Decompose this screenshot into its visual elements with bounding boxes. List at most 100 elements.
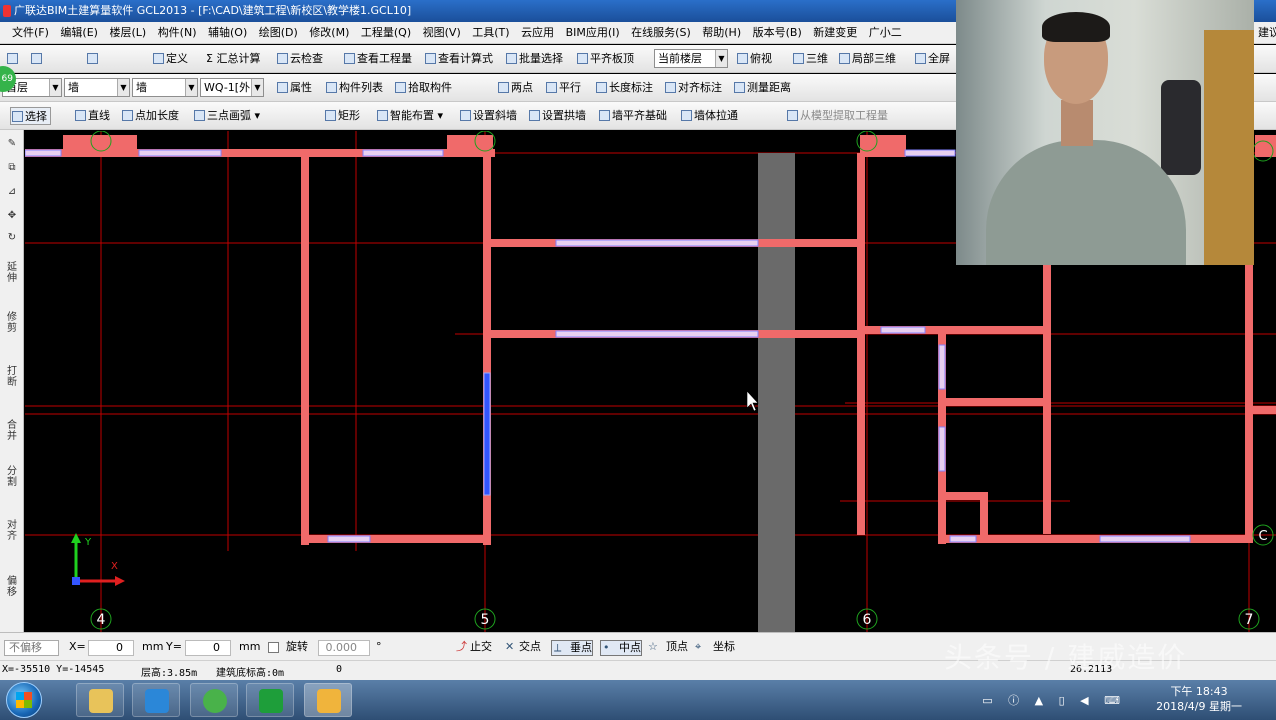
snap-coord-button[interactable]: ⌖ 坐标 <box>695 640 735 654</box>
length-mark-button[interactable]: 长度标注 <box>595 79 653 97</box>
top-view-button[interactable]: 俯视 <box>736 50 772 68</box>
rotate-label: 旋转 <box>286 640 308 653</box>
column[interactable] <box>758 153 795 632</box>
menu-quantity[interactable]: 工程量(Q) <box>357 22 415 43</box>
parallel-button[interactable]: 平行 <box>545 79 581 97</box>
media-taskbar-icon[interactable] <box>132 683 180 717</box>
open-file-icon[interactable] <box>30 50 44 68</box>
new-file-icon[interactable] <box>6 50 20 68</box>
glodon-taskbar-icon[interactable] <box>246 683 294 717</box>
rotate-input[interactable]: 0.000 <box>318 640 370 656</box>
undo-icon[interactable] <box>86 50 100 68</box>
system-tray-icons[interactable]: ▭ ⓘ ▲ ▯ ◀ ⌨ <box>982 692 1126 708</box>
offset-mode-dropdown[interactable]: 不偏移 <box>4 640 59 656</box>
align-mark-button[interactable]: 对齐标注 <box>664 79 722 97</box>
two-points-button[interactable]: 两点 <box>497 79 533 97</box>
mouse-cursor-icon <box>746 390 759 412</box>
copy-icon[interactable]: ⧉ <box>3 162 21 173</box>
fullscreen-button[interactable]: 全屏 <box>914 50 950 68</box>
view-quantity-button[interactable]: 查看工程量 <box>343 50 412 68</box>
rotate-checkbox[interactable] <box>268 642 279 653</box>
sum-calc-button[interactable]: Σ 汇总计算 <box>206 50 260 68</box>
menu-floor[interactable]: 楼层(L) <box>105 22 150 43</box>
person-neck <box>1061 100 1093 146</box>
explorer-taskbar-icon[interactable] <box>76 683 124 717</box>
batch-select-button[interactable]: 批量选择 <box>505 50 563 68</box>
trim-tool[interactable]: 修剪 <box>3 312 21 352</box>
align-tool[interactable]: 对齐 <box>3 520 21 560</box>
watermark: 头条号 / 建威造价 <box>944 641 1188 674</box>
3d-view-button[interactable]: 三维 <box>792 50 828 68</box>
component-dropdown[interactable]: WQ-1[外 ▼ <box>200 78 264 97</box>
snap-mid-button[interactable]: • 中点 <box>600 640 642 656</box>
menu-online[interactable]: 在线服务(S) <box>627 22 695 43</box>
menu-component[interactable]: 构件(N) <box>154 22 201 43</box>
menu-new-change[interactable]: 新建变更 <box>809 22 861 43</box>
clock-time: 下午 18:43 <box>1170 685 1228 698</box>
y-input[interactable]: 0 <box>185 640 231 656</box>
selected-wall[interactable] <box>483 372 491 496</box>
axis-label-6: 6 <box>863 612 872 628</box>
merge-tool[interactable]: 合并 <box>3 420 21 460</box>
floor-dropdown[interactable]: 当前楼层 ▼ <box>654 49 728 68</box>
menu-file[interactable]: 文件(F) <box>8 22 53 43</box>
three-arc-button[interactable]: 三点画弧 ▾ <box>193 107 260 125</box>
clock[interactable]: 下午 18:43 2018/4/9 星期一 <box>1156 684 1242 714</box>
x-input[interactable]: 0 <box>88 640 134 656</box>
line-button[interactable]: 直线 <box>74 107 110 125</box>
smart-layout-button[interactable]: 智能布置 ▾ <box>376 107 443 125</box>
point-length-button[interactable]: 点加长度 <box>121 107 179 125</box>
snap-cross-button[interactable]: ✕ 交点 <box>505 640 541 654</box>
wall-pull-button[interactable]: 墙体拉通 <box>680 107 738 125</box>
extend-tool[interactable]: 延伸 <box>3 262 21 302</box>
menu-view[interactable]: 视图(V) <box>419 22 465 43</box>
webcam-overlay <box>956 0 1254 265</box>
pencil-icon[interactable]: ✎ <box>3 138 21 149</box>
menu-modify[interactable]: 修改(M) <box>305 22 353 43</box>
offset-tool[interactable]: 偏移 <box>3 576 21 616</box>
menu-bim[interactable]: BIM应用(I) <box>562 22 624 43</box>
rotate-icon[interactable]: ↻ <box>3 232 21 243</box>
split-tool[interactable]: 分割 <box>3 466 21 506</box>
component-list-button[interactable]: 构件列表 <box>325 79 383 97</box>
select-button[interactable]: 选择 <box>10 107 51 125</box>
menu-aux-axis[interactable]: 辅轴(O) <box>204 22 251 43</box>
menu-suggest[interactable]: 建议 <box>1254 22 1276 43</box>
svg-text:Y: Y <box>84 537 92 548</box>
type-dropdown[interactable]: 墙 ▼ <box>64 78 130 97</box>
menu-version[interactable]: 版本号(B) <box>749 22 806 43</box>
wall-align-base-button[interactable]: 墙平齐基础 <box>598 107 667 125</box>
snap-perp-button[interactable]: ⟂ 垂点 <box>551 640 593 656</box>
rotate-unit: ° <box>376 640 382 653</box>
measure-distance-button[interactable]: 测量距离 <box>733 79 791 97</box>
subtype-dropdown[interactable]: 墙 ▼ <box>132 78 198 97</box>
flat-slab-button[interactable]: 平齐板顶 <box>576 50 634 68</box>
menu-cloud[interactable]: 云应用 <box>517 22 558 43</box>
snap-end-button[interactable]: ⤴ 止交 <box>456 640 492 654</box>
browser-taskbar-icon[interactable] <box>190 683 238 717</box>
property-button[interactable]: 属性 <box>276 79 312 97</box>
cursor-coordinates: X=-35510 Y=-14545 <box>2 664 105 675</box>
base-elevation: 建筑底标高:0m <box>216 668 285 679</box>
notes-taskbar-icon[interactable] <box>304 683 352 717</box>
rect-button[interactable]: 矩形 <box>324 107 360 125</box>
cloud-check-button[interactable]: 云检查 <box>276 50 323 68</box>
app-logo-icon <box>3 5 11 17</box>
set-slope-wall-button[interactable]: 设置斜墙 <box>459 107 517 125</box>
menu-draw[interactable]: 绘图(D) <box>255 22 302 43</box>
menu-assistant[interactable]: 广小二 <box>865 22 906 43</box>
menu-edit[interactable]: 编辑(E) <box>56 22 102 43</box>
menu-tools[interactable]: 工具(T) <box>468 22 513 43</box>
menu-help[interactable]: 帮助(H) <box>698 22 745 43</box>
start-button[interactable] <box>6 682 42 718</box>
mirror-icon[interactable]: ⊿ <box>3 186 21 197</box>
view-formula-button[interactable]: 查看计算式 <box>424 50 493 68</box>
pick-component-button[interactable]: 拾取构件 <box>394 79 452 97</box>
break-tool[interactable]: 打断 <box>3 366 21 406</box>
move-icon[interactable]: ✥ <box>3 210 21 221</box>
local-3d-button[interactable]: 局部三维 <box>838 50 896 68</box>
set-arch-wall-button[interactable]: 设置拱墙 <box>528 107 586 125</box>
extract-model-button[interactable]: 从模型提取工程量 <box>786 107 888 125</box>
define-button[interactable]: 定义 <box>152 50 188 68</box>
snap-vertex-button[interactable]: ☆ 顶点 <box>648 640 688 654</box>
